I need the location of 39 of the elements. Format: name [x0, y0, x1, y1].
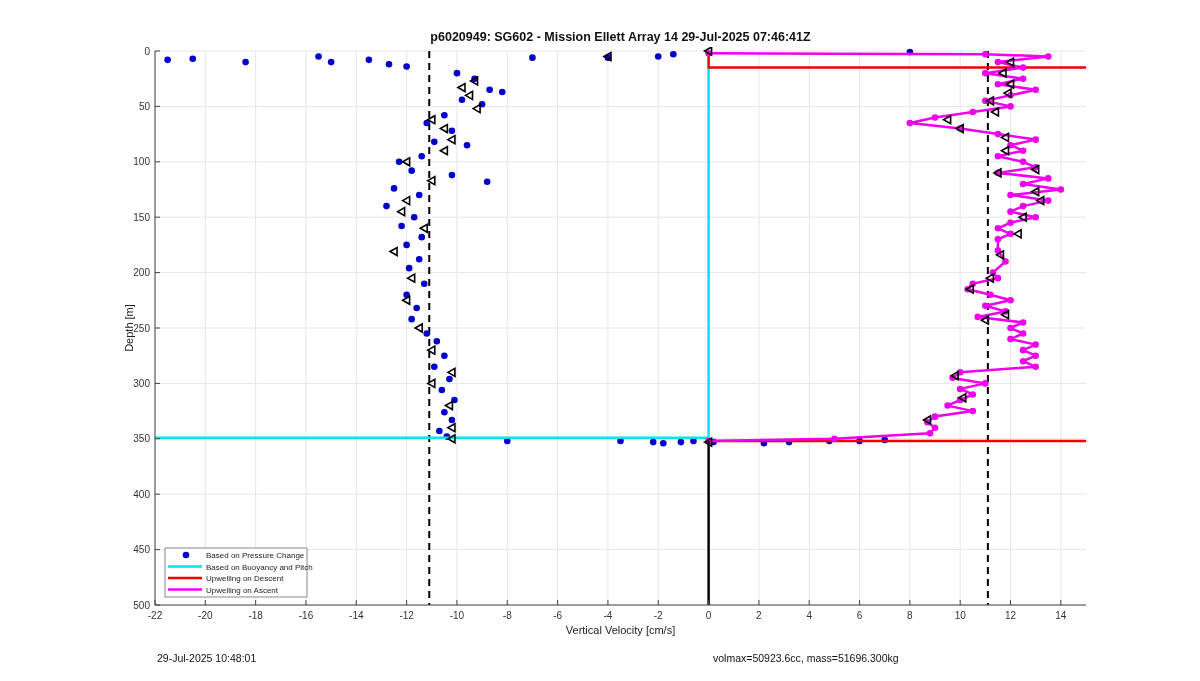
tick-label: 0 — [144, 47, 150, 57]
tick-label: 150 — [133, 211, 150, 223]
tick-label: 450 — [133, 544, 150, 556]
tick-label: -10 — [449, 610, 465, 621]
tick-label: -20 — [198, 610, 213, 621]
tick-label: 12 — [1004, 610, 1017, 621]
tick-label: -22 — [147, 610, 163, 621]
legend-label: Based on Buoyancy and Pitch — [206, 562, 313, 572]
chart-title: p6020949: SG602 - Mission Ellett Array 14 29-Jul-2025 07:46:41Z — [429, 29, 812, 46]
tick-label: 350 — [133, 433, 150, 445]
tick-label: 100 — [133, 156, 150, 168]
tick-label: 2 — [756, 610, 762, 621]
tick-label: 14 — [1055, 610, 1067, 621]
tick-label: -14 — [349, 610, 364, 621]
tick-label: -12 — [399, 610, 414, 621]
tick-label: 10 — [954, 610, 966, 621]
tick-label: 250 — [133, 322, 150, 334]
axis-label: Depth [m] — [123, 304, 135, 352]
tick-label: -8 — [502, 610, 512, 621]
legend-label: Based on Pressure Change — [206, 551, 305, 560]
tick-label: 200 — [133, 267, 150, 279]
tick-label: 0 — [705, 610, 712, 621]
tick-label: 4 — [806, 610, 812, 621]
tick-label: 8 — [907, 610, 913, 621]
tick-label: 400 — [133, 488, 150, 500]
info-text: volmax=50923.6cc, mass=51696.300kg — [713, 652, 899, 664]
tick-label: -18 — [248, 610, 263, 621]
timestamp-text: 29-Jul-2025 10:48:01 — [157, 652, 258, 664]
tick-label: -16 — [298, 610, 314, 621]
tick-label: 300 — [133, 377, 150, 389]
tick-label: 6 — [856, 610, 863, 621]
tick-label: -4 — [603, 610, 613, 621]
tick-label: 500 — [133, 599, 150, 611]
tick-label: -2 — [653, 610, 663, 621]
tick-label: 50 — [138, 100, 150, 112]
axis-label: Vertical Velocity [cm/s] — [565, 624, 676, 636]
legend-label: Upwelling on Ascent — [206, 585, 279, 595]
legend-label: Upwelling on Descent — [206, 574, 284, 583]
tick-label: -6 — [553, 610, 563, 621]
